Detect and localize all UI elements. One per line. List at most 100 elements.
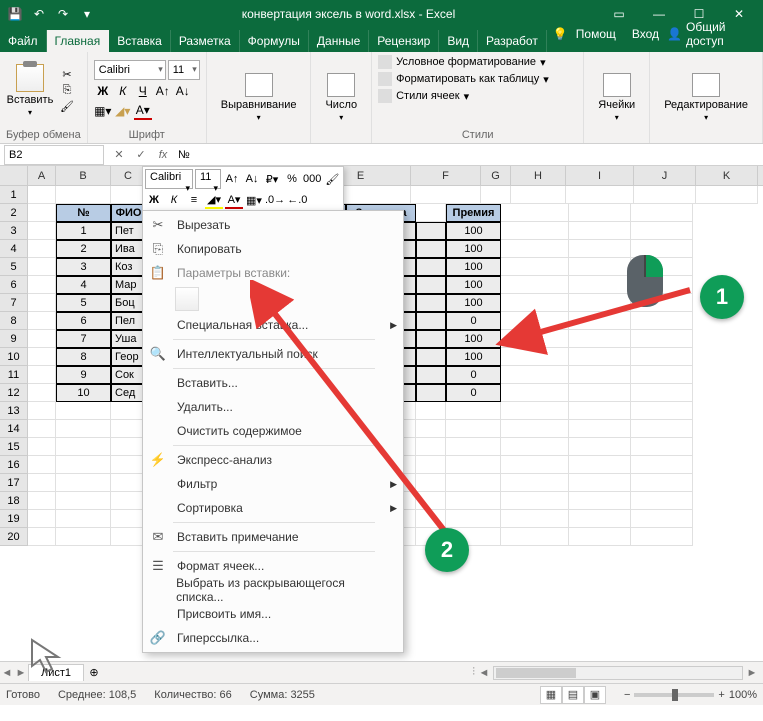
mini-font-color-icon[interactable]: A▾ [225, 191, 243, 209]
row-header[interactable]: 1 [0, 186, 28, 204]
tab-developer[interactable]: Разработ [478, 30, 547, 52]
col-header[interactable]: J [634, 166, 696, 185]
col-header[interactable]: F [411, 166, 481, 185]
zoom-in-icon[interactable]: + [718, 689, 724, 701]
col-header[interactable]: I [566, 166, 634, 185]
tab-review[interactable]: Рецензир [369, 30, 439, 52]
ctx-filter[interactable]: Фильтр▶ [143, 472, 403, 496]
ctx-copy[interactable]: ⎘Копировать [143, 237, 403, 261]
view-page-break-icon[interactable]: ▣ [584, 686, 606, 704]
table-cell[interactable]: 1 [56, 222, 111, 240]
ctx-paste-special[interactable]: Специальная вставка...▶ [143, 313, 403, 337]
ctx-quick-analysis[interactable]: ⚡Экспресс-анализ [143, 448, 403, 472]
bold-button[interactable]: Ж [94, 82, 112, 100]
ctx-hyperlink[interactable]: 🔗Гиперссылка... [143, 626, 403, 650]
table-cell[interactable]: 0 [446, 384, 501, 402]
table-cell[interactable]: 8 [56, 348, 111, 366]
row-header[interactable]: 15 [0, 438, 28, 456]
tab-file[interactable]: Файл [0, 30, 47, 52]
sheet-nav-next[interactable]: ► [14, 663, 28, 683]
col-header[interactable]: A [28, 166, 56, 185]
table-cell[interactable] [416, 384, 446, 402]
mini-italic-button[interactable]: К [165, 191, 183, 209]
table-cell[interactable]: Мар [111, 276, 146, 294]
paste-option-icon[interactable] [175, 287, 199, 311]
table-cell[interactable] [416, 330, 446, 348]
mini-format-painter-icon[interactable]: 🖌 [323, 170, 341, 188]
table-cell[interactable] [416, 240, 446, 258]
help-icon[interactable]: 💡 [553, 27, 568, 41]
col-header[interactable]: K [696, 166, 758, 185]
table-cell[interactable] [416, 222, 446, 240]
zoom-level[interactable]: 100% [729, 689, 757, 701]
sheet-nav-prev[interactable]: ◄ [0, 663, 14, 683]
add-sheet-icon[interactable]: ⊕ [84, 666, 104, 679]
tab-layout[interactable]: Разметка [171, 30, 240, 52]
mini-dec-decimal-icon[interactable]: ←.0 [287, 191, 307, 209]
mini-bold-button[interactable]: Ж [145, 191, 163, 209]
zoom-out-icon[interactable]: − [624, 689, 630, 701]
row-header[interactable]: 2 [0, 204, 28, 222]
qat-dropdown-icon[interactable]: ▾ [76, 3, 98, 25]
table-cell[interactable]: Уша [111, 330, 146, 348]
table-cell[interactable]: 5 [56, 294, 111, 312]
table-cell[interactable] [416, 258, 446, 276]
table-cell[interactable]: Пет [111, 222, 146, 240]
table-cell[interactable]: Ива [111, 240, 146, 258]
table-cell[interactable] [416, 312, 446, 330]
hscroll-left[interactable]: ◄ [477, 663, 491, 683]
fx-icon[interactable]: fx [152, 145, 174, 165]
help-label[interactable]: Помощ [576, 27, 616, 41]
table-cell[interactable]: 4 [56, 276, 111, 294]
table-cell[interactable]: 100 [446, 258, 501, 276]
tab-insert[interactable]: Вставка [109, 30, 171, 52]
share-button[interactable]: 👤 Общий доступ [667, 20, 757, 48]
view-page-layout-icon[interactable]: ▤ [562, 686, 584, 704]
row-header[interactable]: 5 [0, 258, 28, 276]
row-header[interactable]: 7 [0, 294, 28, 312]
table-cell[interactable]: 7 [56, 330, 111, 348]
mini-border-icon[interactable]: ▦▾ [245, 191, 263, 209]
tab-formulas[interactable]: Формулы [240, 30, 309, 52]
row-header[interactable]: 3 [0, 222, 28, 240]
undo-icon[interactable]: ↶ [28, 3, 50, 25]
table-cell[interactable]: Геор [111, 348, 146, 366]
view-normal-icon[interactable]: ▦ [540, 686, 562, 704]
table-cell[interactable]: 0 [446, 366, 501, 384]
mini-font-combo[interactable]: Calibri [145, 169, 193, 189]
font-size-combo[interactable]: 11 [168, 60, 200, 80]
format-as-table-button[interactable]: Форматировать как таблицу ▾ [378, 71, 577, 87]
ctx-sort[interactable]: Сортировка▶ [143, 496, 403, 520]
table-cell[interactable]: 100 [446, 222, 501, 240]
row-header[interactable]: 4 [0, 240, 28, 258]
table-cell[interactable]: Сок [111, 366, 146, 384]
tab-data[interactable]: Данные [309, 30, 369, 52]
ctx-clear[interactable]: Очистить содержимое [143, 419, 403, 443]
table-cell[interactable]: 0 [446, 312, 501, 330]
row-header[interactable]: 13 [0, 402, 28, 420]
row-header[interactable]: 12 [0, 384, 28, 402]
font-color-icon[interactable]: A▾ [134, 102, 152, 120]
border-icon[interactable]: ▦▾ [94, 102, 112, 120]
tab-view[interactable]: Вид [439, 30, 478, 52]
underline-button[interactable]: Ч [134, 82, 152, 100]
row-header[interactable]: 11 [0, 366, 28, 384]
col-header[interactable]: C [111, 166, 146, 185]
mini-decrease-font-icon[interactable]: A↓ [243, 170, 261, 188]
table-cell[interactable]: 3 [56, 258, 111, 276]
italic-button[interactable]: К [114, 82, 132, 100]
mini-inc-decimal-icon[interactable]: .0→ [265, 191, 285, 209]
ctx-delete[interactable]: Удалить... [143, 395, 403, 419]
mini-percent-icon[interactable]: % [283, 170, 301, 188]
table-cell[interactable]: 100 [446, 240, 501, 258]
table-cell[interactable] [416, 366, 446, 384]
table-header[interactable]: № [56, 204, 111, 222]
row-header[interactable]: 6 [0, 276, 28, 294]
mini-increase-font-icon[interactable]: A↑ [223, 170, 241, 188]
format-painter-icon[interactable]: 🖌 [58, 100, 76, 114]
table-header[interactable]: Премия [446, 204, 501, 222]
cell-styles-button[interactable]: Стили ячеек ▾ [378, 88, 577, 104]
table-cell[interactable]: 2 [56, 240, 111, 258]
select-all-corner[interactable] [0, 166, 28, 185]
formula-input[interactable]: № [174, 145, 763, 165]
